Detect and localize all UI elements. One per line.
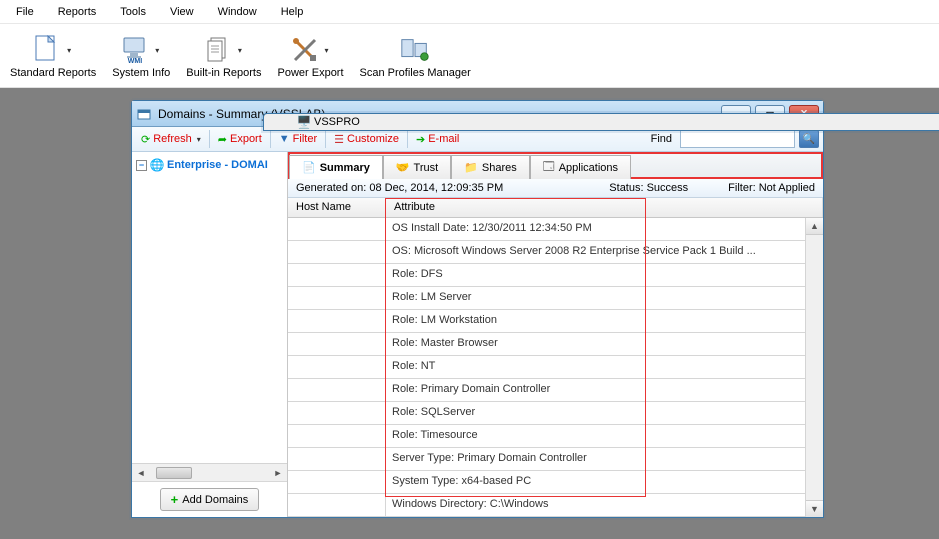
- table-row[interactable]: System Type: x64-based PC: [288, 471, 805, 494]
- search-icon: 🔍: [803, 134, 815, 145]
- grid: Host Name Attribute OS Install Date: 12/…: [288, 198, 823, 517]
- collapse-icon[interactable]: −: [136, 160, 147, 171]
- table-row[interactable]: Role: Master Browser: [288, 333, 805, 356]
- customize-icon: ☰: [334, 133, 344, 146]
- svg-text:WMI: WMI: [128, 58, 142, 65]
- child-window-domains-summary: Domains - Summary (VSSLAB) — ▭ ✕ ⟳Refres…: [131, 100, 824, 518]
- status-label: Status: Success: [609, 182, 688, 194]
- ribbon-scan-profiles[interactable]: Scan Profiles Manager: [352, 26, 479, 87]
- scroll-up-icon[interactable]: ▲: [806, 218, 823, 235]
- menu-file[interactable]: File: [6, 3, 44, 21]
- table-row[interactable]: Role: SQLServer: [288, 402, 805, 425]
- column-attribute[interactable]: Attribute: [386, 198, 823, 217]
- ribbon-system-info[interactable]: WMI ▾ System Info: [104, 26, 178, 87]
- scroll-right-icon[interactable]: ►: [269, 468, 287, 478]
- mdi-client-area: Domains - Summary (VSSLAB) — ▭ ✕ ⟳Refres…: [0, 88, 939, 539]
- scroll-thumb[interactable]: [156, 467, 192, 479]
- table-row[interactable]: Server Type: Primary Domain Controller: [288, 448, 805, 471]
- tree-pane: − 🌐 Enterprise - DOMAI 🖥️VSSLAB🖥️VSSPRO …: [132, 152, 288, 517]
- table-row[interactable]: Role: LM Workstation: [288, 310, 805, 333]
- scroll-down-icon[interactable]: ▼: [806, 500, 823, 517]
- menu-help[interactable]: Help: [271, 3, 314, 21]
- table-row[interactable]: Windows Directory: C:\Windows: [288, 494, 805, 517]
- shares-icon: 📁: [464, 161, 478, 174]
- column-host-name[interactable]: Host Name: [288, 198, 386, 217]
- table-row[interactable]: Role: Timesource: [288, 425, 805, 448]
- table-row[interactable]: Role: Primary Domain Controller: [288, 379, 805, 402]
- applications-icon: 🗔: [543, 158, 555, 177]
- tab-summary[interactable]: 📄Summary: [289, 155, 383, 179]
- filter-status-label: Filter: Not Applied: [728, 182, 815, 194]
- window-icon: [136, 106, 152, 122]
- tree-root-enterprise[interactable]: − 🌐 Enterprise - DOMAI: [132, 156, 287, 174]
- menubar: File Reports Tools View Window Help: [0, 0, 939, 24]
- refresh-button[interactable]: ⟳Refresh▾: [136, 131, 206, 148]
- chevron-down-icon[interactable]: ▾: [321, 34, 333, 66]
- table-row[interactable]: Role: NT: [288, 356, 805, 379]
- find-label: Find: [651, 133, 672, 145]
- tab-applications[interactable]: 🗔Applications: [530, 155, 631, 179]
- ribbon-toolbar: ▾ Standard Reports WMI ▾ System Info ▾ B…: [0, 24, 939, 88]
- find-go-button[interactable]: 🔍: [799, 130, 819, 148]
- scroll-left-icon[interactable]: ◄: [132, 468, 150, 478]
- menu-tools[interactable]: Tools: [110, 3, 156, 21]
- table-row[interactable]: OS: Microsoft Windows Server 2008 R2 Ent…: [288, 241, 805, 264]
- customize-button[interactable]: ☰Customize: [329, 131, 404, 148]
- content-pane: 📄Summary 🤝Trust 📁Shares 🗔Applications Ge…: [288, 152, 823, 517]
- export-icon: ➦: [218, 133, 227, 146]
- servers-icon: [399, 34, 431, 66]
- table-row[interactable]: Role: DFS: [288, 264, 805, 287]
- grid-vertical-scrollbar[interactable]: ▲ ▼: [805, 218, 823, 517]
- summary-icon: 📄: [302, 161, 316, 174]
- email-icon: ➔: [416, 133, 425, 146]
- chevron-down-icon[interactable]: ▾: [151, 34, 163, 66]
- globe-icon: 🌐: [149, 157, 165, 173]
- document-icon: [31, 34, 63, 66]
- computer-wmi-icon: WMI: [119, 34, 151, 66]
- stacked-documents-icon: [202, 34, 234, 66]
- status-row: Generated on: 08 Dec, 2014, 12:09:35 PM …: [288, 179, 823, 198]
- ribbon-builtin-reports[interactable]: ▾ Built-in Reports: [178, 26, 269, 87]
- table-row[interactable]: OS Install Date: 12/30/2011 12:34:50 PM: [288, 218, 805, 241]
- tabs-row: 📄Summary 🤝Trust 📁Shares 🗔Applications: [288, 152, 823, 179]
- chevron-down-icon[interactable]: ▾: [234, 34, 246, 66]
- refresh-icon: ⟳: [141, 133, 150, 146]
- menu-reports[interactable]: Reports: [48, 3, 107, 21]
- plus-icon: +: [171, 492, 179, 507]
- tools-crossed-icon: [289, 34, 321, 66]
- tab-shares[interactable]: 📁Shares: [451, 155, 530, 179]
- menu-window[interactable]: Window: [208, 3, 267, 21]
- ribbon-standard-reports[interactable]: ▾ Standard Reports: [2, 26, 104, 87]
- chevron-down-icon[interactable]: ▾: [63, 34, 75, 66]
- grid-header: Host Name Attribute: [288, 198, 823, 218]
- table-row[interactable]: Role: LM Server: [288, 287, 805, 310]
- email-button[interactable]: ➔E-mail: [411, 131, 464, 148]
- ribbon-power-export[interactable]: ▾ Power Export: [270, 26, 352, 87]
- tree-horizontal-scrollbar[interactable]: ◄ ►: [132, 463, 287, 481]
- filter-button[interactable]: ▼Filter: [274, 131, 322, 147]
- find-input[interactable]: [680, 130, 795, 148]
- add-domains-button[interactable]: +Add Domains: [160, 488, 260, 511]
- export-button[interactable]: ➦Export: [213, 131, 267, 148]
- generated-on-label: Generated on: 08 Dec, 2014, 12:09:35 PM: [296, 182, 503, 194]
- tab-trust[interactable]: 🤝Trust: [383, 155, 451, 179]
- trust-icon: 🤝: [396, 161, 410, 174]
- menu-view[interactable]: View: [160, 3, 204, 21]
- filter-icon: ▼: [279, 133, 290, 145]
